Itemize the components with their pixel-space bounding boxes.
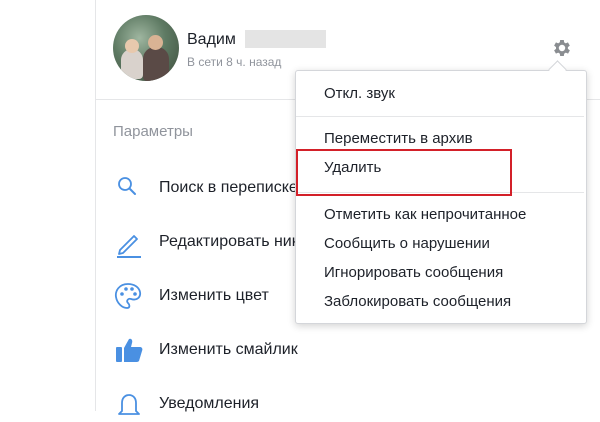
notifications-label: Уведомления	[159, 395, 260, 412]
change-emoji-item[interactable]: Изменить смайлик	[113, 334, 313, 368]
menu-item-ignore[interactable]: Игнорировать сообщения	[324, 264, 503, 281]
edit-nicknames-label: Редактировать ники	[159, 233, 308, 250]
notifications-item[interactable]: Уведомления	[113, 388, 313, 422]
contact-name[interactable]: Вадим	[187, 31, 236, 49]
gear-icon[interactable]	[551, 37, 573, 59]
menu-separator	[296, 116, 584, 117]
thumbs-up-icon	[116, 338, 143, 362]
menu-item-report[interactable]: Сообщить о нарушении	[324, 235, 490, 252]
menu-item-mark-unread[interactable]: Отметить как непрочитанное	[324, 206, 526, 223]
bell-icon	[118, 394, 140, 415]
menu-item-mute[interactable]: Откл. звук	[324, 85, 395, 102]
contact-status: В сети 8 ч. назад	[187, 55, 282, 69]
change-color-item[interactable]: Изменить цвет	[113, 280, 313, 314]
highlight-box-delete	[296, 149, 512, 196]
menu-item-archive[interactable]: Переместить в архив	[324, 130, 473, 147]
pencil-icon	[117, 235, 141, 258]
change-emoji-label: Изменить смайлик	[159, 341, 298, 358]
change-color-label: Изменить цвет	[159, 287, 269, 304]
search-in-conversation-item[interactable]: Поиск в переписке	[113, 172, 313, 206]
edit-nicknames-item[interactable]: Редактировать ники	[113, 226, 313, 260]
redacted-surname	[245, 30, 326, 48]
avatar[interactable]	[113, 15, 179, 81]
menu-item-block[interactable]: Заблокировать сообщения	[324, 293, 511, 310]
palette-icon	[114, 283, 142, 309]
search-in-conversation-label: Поиск в переписке	[159, 179, 298, 196]
left-strip	[0, 0, 95, 411]
avatar-head-2	[148, 35, 163, 50]
search-icon	[118, 177, 136, 195]
conversation-actions-menu	[295, 70, 587, 324]
avatar-person-2	[143, 47, 169, 81]
avatar-person-1	[121, 49, 143, 79]
avatar-head-1	[125, 39, 139, 53]
section-title: Параметры	[113, 123, 193, 140]
